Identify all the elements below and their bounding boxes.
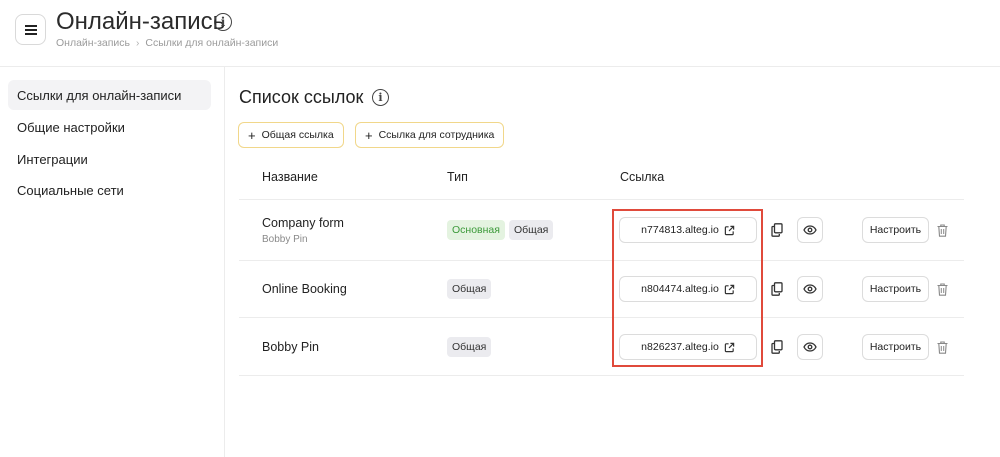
preview-button[interactable] — [797, 276, 823, 302]
link-column-highlight — [612, 209, 763, 367]
plus-icon: + — [365, 127, 373, 143]
table-divider — [239, 375, 964, 376]
preview-button[interactable] — [797, 217, 823, 243]
breadcrumb-item-online-booking[interactable]: Онлайн-запись — [56, 37, 130, 49]
copy-icon[interactable] — [771, 223, 783, 237]
type-badge-common: Общая — [447, 279, 492, 299]
eye-icon — [803, 284, 817, 294]
info-icon[interactable]: i — [214, 13, 232, 31]
column-header-type: Тип — [447, 170, 468, 184]
trash-icon[interactable] — [936, 223, 948, 237]
copy-icon[interactable] — [771, 282, 783, 296]
row-name: Online Booking — [262, 282, 347, 296]
type-badge-common: Общая — [447, 337, 492, 357]
hamburger-icon — [24, 24, 37, 35]
row-name: Company form — [262, 216, 344, 230]
breadcrumb: Онлайн-запись › Ссылки для онлайн-записи — [56, 37, 278, 49]
breadcrumb-item-links: Ссылки для онлайн-записи — [145, 37, 279, 49]
setup-button[interactable]: Настроить — [862, 276, 929, 302]
setup-button[interactable]: Настроить — [862, 334, 929, 360]
add-employee-link-label: Ссылка для сотрудника — [378, 129, 495, 141]
preview-button[interactable] — [797, 334, 823, 360]
sidebar-item-integrations[interactable]: Интеграции — [8, 144, 211, 174]
table-divider — [239, 317, 964, 318]
menu-button[interactable] — [15, 14, 46, 45]
trash-icon[interactable] — [936, 340, 948, 354]
trash-icon[interactable] — [936, 282, 948, 296]
table-divider — [239, 260, 964, 261]
plus-icon: + — [248, 127, 256, 143]
row-subtitle: Bobby Pin — [262, 234, 308, 245]
type-badge-main: Основная — [447, 220, 505, 240]
eye-icon — [803, 342, 817, 352]
column-header-link: Ссылка — [620, 170, 665, 184]
table-divider — [239, 199, 964, 200]
sidebar-item-general-settings[interactable]: Общие настройки — [8, 112, 211, 142]
copy-icon[interactable] — [771, 340, 783, 354]
row-name: Bobby Pin — [262, 340, 319, 354]
page-title: Онлайн-запись — [56, 8, 226, 35]
type-badge-common: Общая — [509, 220, 554, 240]
eye-icon — [803, 225, 817, 235]
add-common-link-button[interactable]: + Общая ссылка — [238, 122, 344, 148]
sidebar-item-social-networks[interactable]: Социальные сети — [8, 175, 211, 205]
breadcrumb-separator: › — [136, 37, 140, 49]
sidebar-divider — [224, 67, 225, 457]
add-employee-link-button[interactable]: + Ссылка для сотрудника — [355, 122, 505, 148]
section-title: Список ссылок — [239, 87, 364, 107]
header-divider — [0, 66, 1000, 67]
sidebar-item-booking-links[interactable]: Ссылки для онлайн-записи — [8, 80, 211, 110]
info-icon[interactable]: i — [372, 89, 389, 106]
add-common-link-label: Общая ссылка — [261, 129, 334, 141]
setup-button[interactable]: Настроить — [862, 217, 929, 243]
column-header-name: Название — [262, 170, 318, 184]
